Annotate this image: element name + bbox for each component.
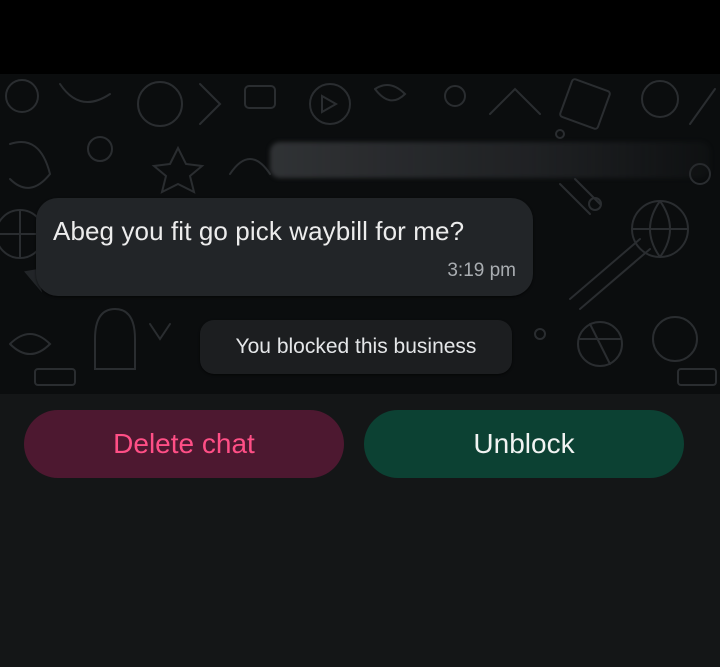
incoming-message-bubble[interactable]: Abeg you fit go pick waybill for me? 3:1… [36,198,533,296]
top-bar [0,0,720,74]
unblock-button[interactable]: Unblock [364,410,684,478]
message-text: Abeg you fit go pick waybill for me? [53,216,465,246]
delete-chat-button[interactable]: Delete chat [24,410,344,478]
blocked-notice: You blocked this business [200,320,512,374]
blocked-notice-text: You blocked this business [235,335,477,358]
blurred-contact-name [270,142,710,178]
chat-area[interactable]: Abeg you fit go pick waybill for me? 3:1… [0,74,720,394]
message-timestamp: 3:19 pm [447,260,516,281]
chat-screen: Abeg you fit go pick waybill for me? 3:1… [0,0,720,667]
